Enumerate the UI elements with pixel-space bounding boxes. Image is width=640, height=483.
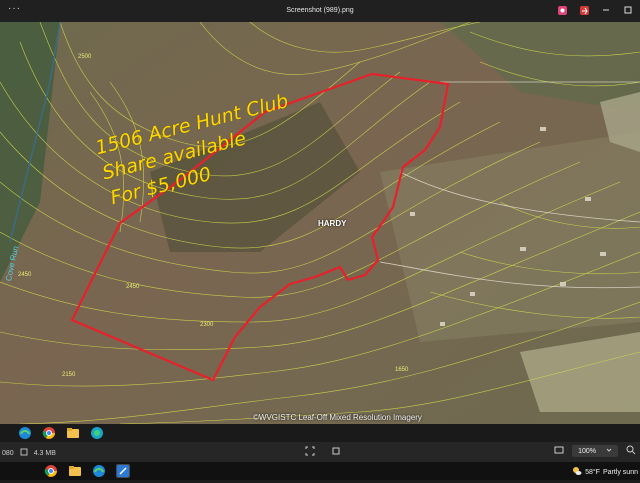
- view-controls: [305, 446, 341, 458]
- chrome-icon[interactable]: [42, 426, 56, 440]
- taskbar-apps: [44, 464, 130, 478]
- zoom-dropdown[interactable]: 100%: [572, 445, 618, 457]
- status-bar: 080 4.3 MB 100%: [0, 442, 640, 462]
- zoom-value: 100%: [578, 447, 596, 455]
- contour-label: 1650: [395, 367, 409, 373]
- contour-label: 2500: [78, 54, 92, 60]
- chrome-icon[interactable]: [44, 464, 58, 478]
- zoom-in-icon[interactable]: [626, 445, 636, 457]
- edge-icon[interactable]: [18, 426, 32, 440]
- zoom-controls: 100%: [554, 445, 636, 457]
- share-icon[interactable]: [578, 4, 590, 16]
- fit-icon[interactable]: [305, 446, 315, 458]
- file-explorer-icon[interactable]: [68, 464, 82, 478]
- file-info: 080 4.3 MB: [2, 448, 56, 458]
- photos-icon[interactable]: [556, 4, 568, 16]
- weather-text: Partly sunn: [602, 468, 638, 476]
- place-label-hardy: HARDY: [318, 219, 347, 228]
- contour-label: 2450: [126, 284, 140, 290]
- edge-beta-icon[interactable]: [90, 426, 104, 440]
- title-bar: ··· Screenshot (989).png: [0, 0, 640, 22]
- temperature: 58°F: [585, 468, 600, 476]
- windows-taskbar: 58°F Partly sunn: [0, 462, 640, 480]
- fullscreen-icon[interactable]: [554, 445, 564, 457]
- paint-icon[interactable]: [116, 464, 130, 478]
- pinned-taskbar: [0, 424, 640, 442]
- contour-label: 2150: [62, 372, 76, 378]
- contour-label: 2450: [18, 272, 32, 278]
- window-title: Screenshot (989).png: [286, 7, 354, 14]
- folder-icon[interactable]: [66, 426, 80, 440]
- weather-sun-icon: [572, 466, 582, 478]
- contour-label: 2300: [200, 322, 214, 328]
- file-size: 4.3 MB: [33, 449, 56, 457]
- maximize-icon[interactable]: [622, 4, 634, 16]
- actual-size-icon[interactable]: [331, 446, 341, 458]
- minimize-icon[interactable]: [600, 4, 612, 16]
- status-left-value: 080: [2, 449, 14, 457]
- imagery-credit: ©WVGISTC Leaf-Off Mixed Resolution Image…: [253, 413, 422, 422]
- edge-icon[interactable]: [92, 464, 106, 478]
- chevron-down-icon: [606, 447, 612, 455]
- weather-widget[interactable]: 58°F Partly sunn: [572, 466, 638, 478]
- window-controls: [556, 4, 634, 16]
- storage-icon: [20, 448, 28, 458]
